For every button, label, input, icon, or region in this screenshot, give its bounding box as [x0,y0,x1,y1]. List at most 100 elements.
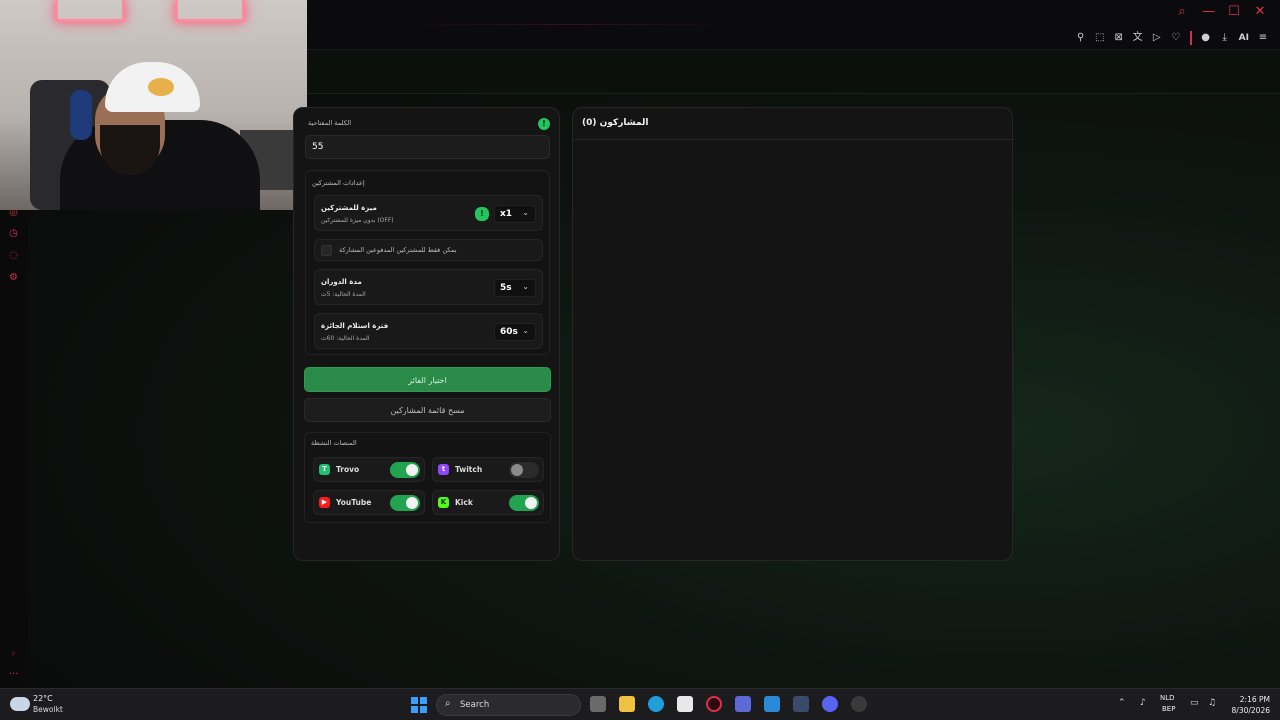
steam-icon[interactable] [793,696,809,712]
maximize-icon[interactable]: ☐ [1228,5,1240,19]
keyword-input[interactable]: 55 [305,135,550,159]
neon-light [175,0,245,22]
search-icon: ⌕ [445,698,451,709]
ai-button[interactable]: AI [1239,32,1249,44]
search-placeholder: Search [460,700,490,710]
minimize-icon[interactable]: — [1202,5,1215,19]
claim-period-row: فترة استلام الجائزة المدة الحالية: 60ث 6… [314,313,543,349]
subscriber-perk-name: ميزة للمشتركين [321,204,377,212]
subs-only-label: يمكن فقط للمشتركين المدفوعين المشاركة [339,246,457,254]
kick-toggle[interactable] [509,495,539,511]
subscriber-perk-row: ميزة للمشتركين بدون ميزة للمشتركين (OFF)… [314,195,543,231]
twitch-toggle[interactable] [509,462,539,478]
platform-youtube: ▶ YouTube [313,490,425,515]
app-icon[interactable] [851,696,867,712]
subs-only-row[interactable]: يمكن فقط للمشتركين المدفوعين المشاركة [314,239,543,261]
heart-icon[interactable]: ♡ [1171,32,1181,44]
cloud-icon[interactable] [10,697,30,711]
clock[interactable]: 2:16 PM 8/30/2026 [1232,694,1270,716]
spin-duration-desc: المدة الحالية: 5ث [321,291,366,298]
grid-app-icon[interactable] [764,696,780,712]
language-top[interactable]: NLD [1160,694,1175,702]
webcam-cap-logo [148,78,174,96]
rail-more-icon[interactable]: ··· [7,668,20,681]
search-icon[interactable]: ⌕ [1176,5,1188,19]
block-icon[interactable]: ⊠ [1114,32,1124,44]
chevron-down-icon: ⌄ [522,282,529,291]
clock-time: 2:16 PM [1239,695,1270,704]
spin-duration-select[interactable]: 5s ⌄ [494,279,536,297]
store-icon[interactable] [677,696,693,712]
profile-icon[interactable]: ● [1201,32,1211,44]
weather-temp[interactable]: 22°C [33,694,53,703]
subscriber-perk-desc: بدون ميزة للمشتركين (OFF) [321,217,394,224]
app-icon[interactable] [735,696,751,712]
platform-trovo: T Trovo [313,457,425,482]
webcam-overlay [0,0,307,210]
download-icon[interactable]: ⤓ [1220,32,1230,44]
volume-icon[interactable]: ♫ [1208,698,1216,708]
menu-icon[interactable]: ≡ [1258,32,1268,44]
weather-desc[interactable]: Bewolkt [33,705,63,714]
discord-icon[interactable] [822,696,838,712]
toolbar-separator [1189,31,1192,45]
subscriber-perk-info-icon[interactable]: ! [475,207,489,221]
translate-icon[interactable]: 文 [1133,32,1143,44]
neon-light [55,0,125,22]
clock-date: 8/30/2026 [1231,706,1270,715]
language-bottom[interactable]: BEP [1162,705,1175,713]
kick-icon: K [438,497,449,508]
subscriber-settings-title: إعدادات المشتركين [312,179,365,187]
spin-duration-name: مدة الدوران [321,278,362,286]
opera-gx-icon[interactable] [706,696,722,712]
youtube-toggle[interactable] [390,495,420,511]
claim-period-value: 60s [500,327,518,337]
screenshot-icon[interactable]: ⬚ [1095,32,1105,44]
task-view-icon[interactable] [590,696,606,712]
keyword-label: الكلمة المفتاحية [308,119,352,127]
taskbar: 22°C Bewolkt ⌕ Search ⌃ ♪ NLD BEP ▭ ♫ 2:… [0,688,1280,720]
youtube-icon: ▶ [319,497,330,508]
participants-panel: المشاركون (0) [572,107,1013,561]
display-icon[interactable]: ▭ [1190,698,1199,708]
active-platforms-group: المنصات النشطة T Trovo t Twitch ▶ YouTub… [304,432,551,523]
claim-period-select[interactable]: 60s ⌄ [494,323,536,341]
giveaway-settings-panel: الكلمة المفتاحية ! 55 إعدادات المشتركين … [293,107,560,561]
pick-winner-button[interactable]: اختيار الفائز [304,367,551,392]
edge-icon[interactable] [648,696,664,712]
platform-name: YouTube [336,498,372,507]
close-icon[interactable]: ✕ [1254,5,1266,19]
spin-duration-row: مدة الدوران المدة الحالية: 5ث 5s ⌄ [314,269,543,305]
participants-title: المشاركون (0) [573,108,1012,140]
chevron-up-icon[interactable]: ⌃ [1118,698,1126,708]
trovo-icon: T [319,464,330,475]
platforms-title: المنصات النشطة [311,439,357,447]
chevron-down-icon: ⌄ [522,326,529,335]
clear-participants-button[interactable]: مسح قائمة المشاركين [304,398,551,422]
trovo-toggle[interactable] [390,462,420,478]
subs-only-checkbox[interactable] [321,245,332,256]
platform-name: Twitch [455,465,483,474]
play-icon[interactable]: ▷ [1152,32,1162,44]
subscriber-perk-select[interactable]: x1 ⌄ [494,205,536,223]
pin-icon[interactable]: ⚲ [1076,32,1086,44]
windows-start-icon[interactable] [411,697,427,713]
info-icon[interactable]: ! [538,118,550,130]
webcam-headset [70,90,92,140]
rail-chat-icon[interactable]: ◌ [7,249,20,262]
rail-clock-icon[interactable]: ◷ [7,227,20,240]
platform-kick: K Kick [432,490,544,515]
claim-period-name: فترة استلام الجائزة [321,322,389,330]
platform-name: Kick [455,498,473,507]
subscriber-settings-group: إعدادات المشتركين ميزة للمشتركين بدون مي… [305,170,550,355]
spin-duration-value: 5s [500,283,512,293]
rail-settings-icon[interactable]: ⚙ [7,271,20,284]
mic-icon[interactable]: ♪ [1140,698,1146,708]
subscriber-perk-value: x1 [500,209,513,219]
claim-period-desc: المدة الحالية: 60ث [321,335,370,342]
twitch-icon: t [438,464,449,475]
taskbar-search[interactable]: ⌕ Search [436,694,581,716]
file-explorer-icon[interactable] [619,696,635,712]
chevron-down-icon: ⌄ [522,208,529,217]
rail-gx-icon[interactable]: ◦ [7,648,20,661]
